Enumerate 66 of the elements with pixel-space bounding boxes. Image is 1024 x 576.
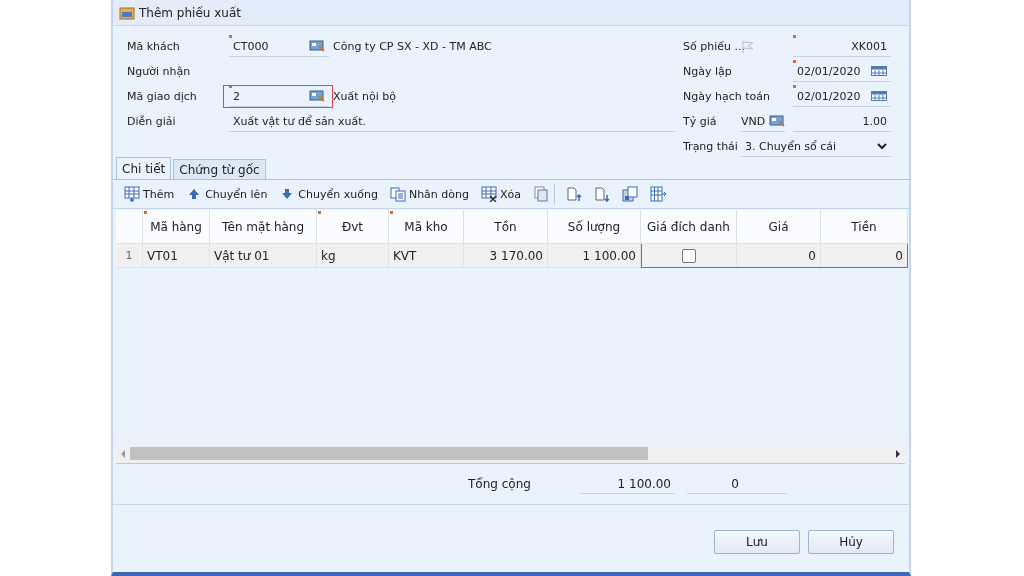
- window-icon: [119, 5, 135, 20]
- header-corner: [116, 210, 143, 244]
- duplicate-icon: [389, 186, 406, 202]
- table-cell: Vật tư 01: [214, 248, 270, 263]
- lookup-icon[interactable]: [769, 115, 785, 127]
- field-label: Ngày hạch toán: [683, 90, 771, 103]
- field-label: Diễn giải: [127, 115, 177, 128]
- tab[interactable]: Chi tiết: [116, 157, 172, 179]
- toolbar-button[interactable]: Chuyển xuống: [274, 184, 383, 204]
- table-cell: kg: [321, 248, 336, 263]
- window-title: Thêm phiếu xuất: [139, 5, 241, 20]
- lookup-field[interactable]: 2: [229, 86, 329, 107]
- column-header[interactable]: Giá đích danh: [641, 210, 737, 244]
- column-header[interactable]: Đvt: [317, 210, 389, 244]
- calendar-icon[interactable]: [871, 91, 887, 101]
- field-label: Mã giao dịch: [127, 90, 198, 103]
- lookup-icon[interactable]: [309, 90, 325, 102]
- description-text: Xuất nội bộ: [333, 90, 397, 103]
- status-dropdown[interactable]: 3. Chuyển sổ cái: [741, 136, 891, 157]
- table-cell: 0: [895, 248, 903, 263]
- table-delete-icon: [481, 186, 497, 202]
- toolbar-button[interactable]: Thêm: [119, 184, 180, 204]
- toolbar-button[interactable]: Xóa: [476, 184, 526, 204]
- checkbox[interactable]: [681, 248, 696, 263]
- table-cell: 1 100.00: [582, 248, 636, 263]
- chevron-down-icon[interactable]: [877, 142, 887, 150]
- horizontal-scrollbar[interactable]: [116, 446, 905, 461]
- scrollbar-thumb[interactable]: [130, 447, 648, 460]
- field-label: Người nhận: [127, 65, 192, 78]
- number-field[interactable]: XK001: [793, 36, 891, 57]
- total-value: 1 100.00: [580, 474, 675, 494]
- date-field[interactable]: 02/01/2020: [793, 61, 891, 82]
- field-label: Tỷ giá: [683, 115, 718, 128]
- currency-field[interactable]: VND: [741, 111, 785, 132]
- scroll-left-icon[interactable]: [120, 449, 126, 458]
- description-text: Công ty CP SX - XD - TM ABC: [333, 40, 492, 53]
- table-cell: 0: [808, 248, 816, 263]
- column-header[interactable]: Mã kho: [389, 210, 464, 244]
- total-value: 0: [687, 474, 787, 494]
- column-header[interactable]: Số lượng: [548, 210, 641, 244]
- column-header[interactable]: Tiền: [821, 210, 908, 244]
- total-label: Tổng cộng: [468, 477, 532, 491]
- field-label: Trạng thái: [683, 140, 739, 153]
- text-field[interactable]: Xuất vật tư để sản xuất.: [229, 111, 675, 132]
- calendar-icon[interactable]: [871, 66, 887, 76]
- column-header[interactable]: Tên mặt hàng: [210, 210, 317, 244]
- lookup-field[interactable]: CT000: [229, 36, 329, 57]
- date-field[interactable]: 02/01/2020: [793, 86, 891, 107]
- cancel-button[interactable]: Hủy: [808, 529, 894, 554]
- table-cell: VT01: [147, 248, 178, 263]
- toolbar-button[interactable]: Nhân dòng: [384, 184, 474, 204]
- lookup-icon[interactable]: [309, 40, 325, 52]
- column-header[interactable]: Giá: [737, 210, 821, 244]
- column-header[interactable]: Tồn: [464, 210, 548, 244]
- tab[interactable]: Chứng từ gốc: [173, 159, 266, 179]
- scroll-right-icon[interactable]: [895, 449, 901, 458]
- column-header[interactable]: Mã hàng: [143, 210, 210, 244]
- field-label: Ngày lập: [683, 65, 733, 78]
- save-button[interactable]: Lưu: [714, 529, 800, 554]
- toolbar-button[interactable]: Chuyển lên: [181, 184, 273, 204]
- row-number: 1: [116, 244, 143, 268]
- table-add-icon: [124, 186, 140, 202]
- table-cell: KVT: [393, 248, 417, 263]
- field-label: Mã khách: [127, 40, 181, 53]
- number-field[interactable]: 1.00: [793, 111, 891, 132]
- table-cell: 3 170.00: [489, 248, 543, 263]
